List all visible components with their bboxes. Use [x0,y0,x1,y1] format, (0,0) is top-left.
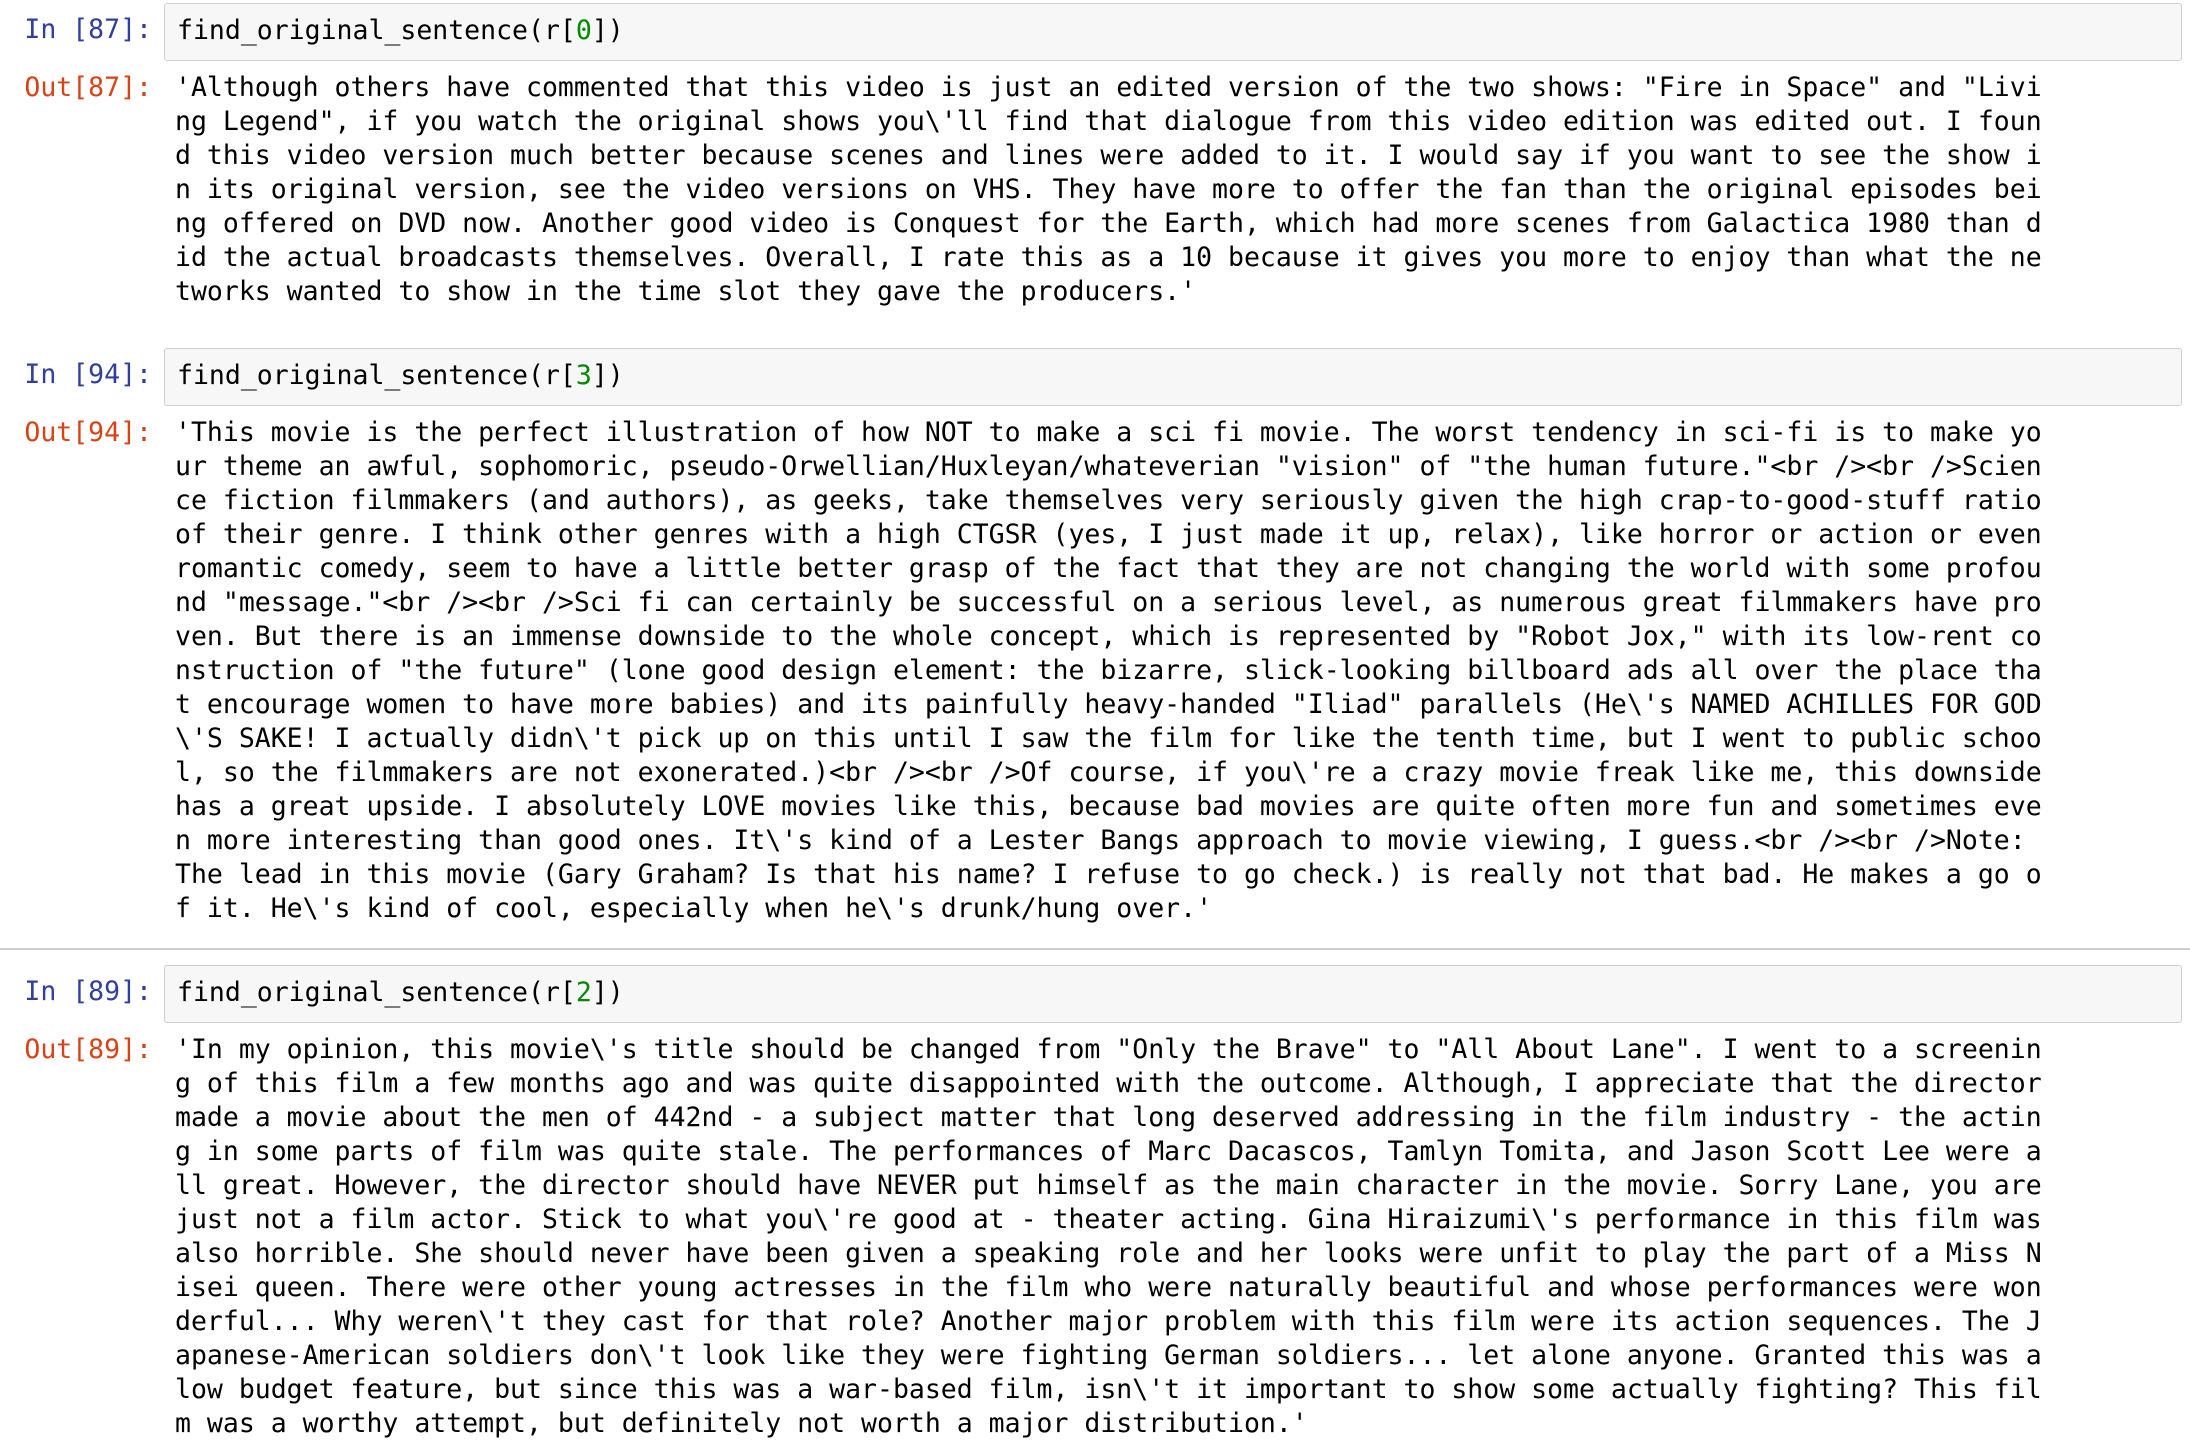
code-input[interactable]: find_original_sentence(r[3]) [164,348,2182,406]
code-function: find_original_sentence(r[ [177,15,576,46]
code-index: 3 [575,360,592,391]
code-line[interactable]: find_original_sentence(r[2]) [177,966,624,1020]
code-line[interactable]: find_original_sentence(r[0]) [177,4,624,58]
code-input[interactable]: find_original_sentence(r[0]) [164,3,2182,61]
code-function: find_original_sentence(r[ [177,977,576,1008]
code-index: 2 [575,977,592,1008]
code-index: 0 [575,15,592,46]
code-function: find_original_sentence(r[ [177,360,576,391]
output-prompt: Out[89]: [24,1034,152,1065]
output-prompt: Out[94]: [24,417,152,448]
notebook-cell[interactable]: In [89]: find_original_sentence(r[2]) Ou… [0,962,2190,1452]
cell-divider [0,948,2190,950]
input-prompt: In [89]: [24,976,152,1007]
output-text: 'This movie is the perfect illustration … [175,417,2042,924]
input-prompt: In [94]: [24,359,152,390]
output-text: 'Although others have commented that thi… [175,72,2042,307]
notebook-cell[interactable]: In [94]: find_original_sentence(r[3]) Ou… [0,345,2190,945]
notebook-cell[interactable]: In [87]: find_original_sentence(r[0]) Ou… [0,0,2190,330]
code-input[interactable]: find_original_sentence(r[2]) [164,965,2182,1023]
code-line[interactable]: find_original_sentence(r[3]) [177,349,624,403]
code-end: ]) [591,977,624,1008]
code-end: ]) [591,360,624,391]
output-prompt: Out[87]: [24,72,152,103]
code-end: ]) [591,15,624,46]
output-text: 'In my opinion, this movie\'s title shou… [175,1034,2042,1439]
input-prompt: In [87]: [24,14,152,45]
